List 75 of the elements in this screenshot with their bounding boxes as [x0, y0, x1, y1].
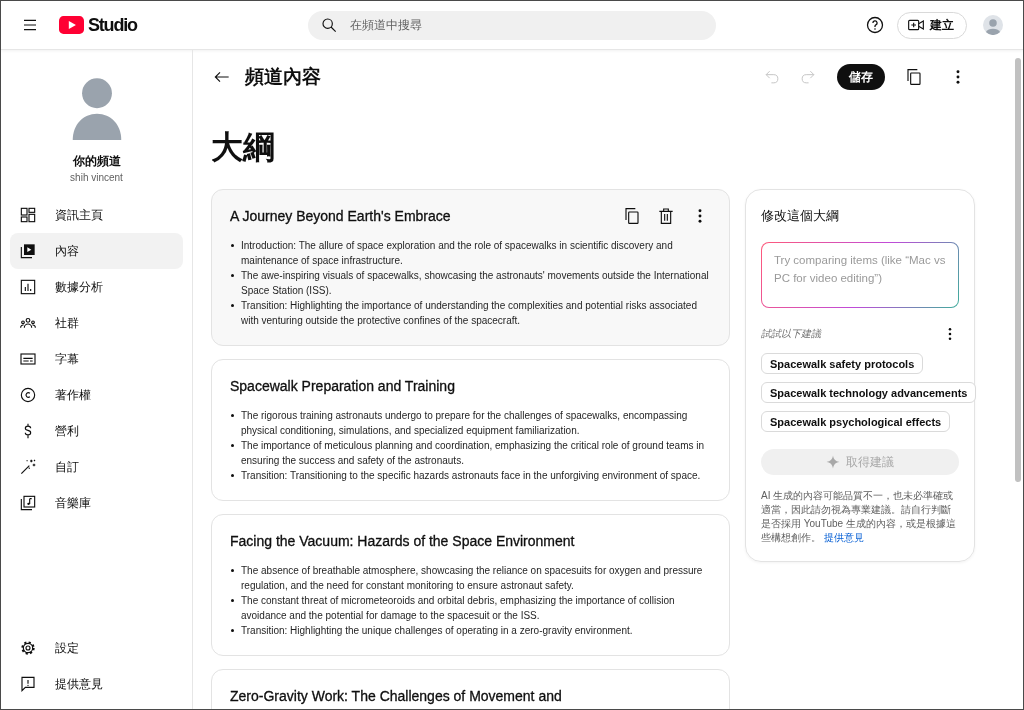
bullet-text: Transition: Transitioning to the specific hazards astronauts face in the unforgiving environment of space. [241, 469, 701, 483]
suggestions-label: 試試以下建議 [761, 327, 821, 341]
sidebar-item[interactable]: 社群 [10, 305, 183, 341]
bullet-text: The rigorous training astronauts undergo to prepare for the challenges of spacewalks, encompassing physical conditioning, simulations, and specialized equipment familiarization. [241, 409, 689, 438]
sidebar-item[interactable]: 營利 [10, 413, 183, 449]
channel-name: shih vincent [70, 171, 123, 185]
search-icon [321, 17, 337, 33]
bullet-icon [231, 444, 234, 447]
settings-icon [20, 640, 36, 656]
sidebar-item[interactable]: 著作權 [10, 377, 183, 413]
sidebar-item[interactable]: 內容 [10, 233, 183, 269]
sidebar-item[interactable]: 音樂庫 [10, 485, 183, 521]
page-title: 頻道內容 [245, 65, 321, 89]
back-arrow-icon[interactable] [214, 69, 230, 85]
scrollbar-thumb[interactable] [1015, 58, 1021, 482]
bullet-icon [231, 474, 234, 477]
bullet-text: Transition: Highlighting the unique challenges of operating in a zero-gravity environment. [241, 624, 633, 638]
feedback-link[interactable]: 提供意見 [823, 532, 864, 543]
create-button[interactable]: 建立 [897, 11, 967, 39]
subtitles-icon [20, 351, 36, 367]
outline-card[interactable] [211, 189, 730, 346]
save-button[interactable]: 儲存 [837, 64, 885, 90]
video-plus-icon [908, 17, 924, 33]
search-field[interactable]: 在頻道中搜尋 [308, 10, 716, 40]
bullet-text: The importance of meticulous planning and coordination, emphasizing the critical role of ground teams in ensuring the success and safety of the astronauts. [241, 439, 706, 468]
copy-icon[interactable] [624, 208, 640, 224]
sidebar-item[interactable]: 提供意見 [10, 666, 183, 702]
dashboard-icon [20, 207, 36, 223]
copyright-icon [20, 387, 36, 403]
copy-icon[interactable] [906, 69, 922, 85]
disclaimer-text: AI 生成的內容可能品質不一，也未必準確或適當，因此請勿視為專業建議。請自行判斷是否採用 YouTube 生成的內容，或是根據這些構想創作。 提供意見 [761, 489, 957, 545]
exclamation-bubble-icon [20, 676, 36, 692]
magic-wand-icon [20, 459, 36, 475]
bar-chart-icon [20, 279, 36, 295]
card-title: Spacewalk Preparation and Training [230, 377, 456, 396]
menu-icon[interactable] [22, 17, 38, 33]
bullet-icon [231, 599, 234, 602]
help-icon[interactable] [866, 16, 884, 34]
bullet-text: Introduction: The allure of space exploration and the role of spacewalks in scientific discovery and maintenance of space infrastructure. [241, 239, 674, 268]
outline-card[interactable] [211, 514, 730, 656]
panel-title: 修改這個大綱 [761, 207, 840, 225]
card-title: Facing the Vacuum: Hazards of the Space Environment [230, 532, 576, 551]
bullet-icon [231, 414, 234, 417]
bullet-icon [231, 274, 234, 277]
account-avatar[interactable] [983, 15, 1003, 35]
bullet-text: The awe-inspiring visuals of spacewalks, showcasing the astronauts' movements outside the International Space Station (ISS). [241, 269, 710, 298]
play-square-icon [20, 243, 36, 259]
suggestion-chip[interactable]: Spacewalk safety protocols [761, 353, 924, 374]
outline-heading: 大綱 [211, 128, 276, 167]
bullet-icon [231, 629, 234, 632]
music-square-icon [20, 495, 36, 511]
bullet-icon [231, 244, 234, 247]
sparkle-icon [826, 455, 840, 469]
play-logo-icon[interactable] [59, 16, 84, 34]
logo-text[interactable]: Studio [88, 14, 137, 36]
bullet-text: The constant threat of micrometeoroids and orbital debris, emphasizing the importance of collision avoidance and the potential for damage to the spacesuit or the ISS. [241, 594, 676, 623]
outline-card[interactable]: Zero-Gravity Work: The Challenges of Movement and [211, 669, 730, 709]
sidebar-item[interactable]: 字幕 [10, 341, 183, 377]
suggestion-chip[interactable]: Spacewalk technology advancements [761, 382, 977, 403]
outline-card[interactable] [211, 359, 730, 501]
card-title: Zero-Gravity Work: The Challenges of Movement and [230, 687, 563, 706]
suggestion-chip[interactable]: Spacewalk psychological effects [761, 411, 951, 432]
bullet-text: The absence of breathable atmosphere, showcasing the reliance on spacesuits for oxygen and pressure regulation, and the need for constant monitoring to ensure astronaut safety. [241, 564, 704, 593]
bullet-icon [231, 304, 234, 307]
sidebar-item[interactable]: 自訂 [10, 449, 183, 485]
sidebar-item[interactable]: 數據分析 [10, 269, 183, 305]
channel-title: 你的頻道 [72, 153, 121, 169]
trash-icon[interactable] [658, 208, 674, 224]
bullet-icon [231, 569, 234, 572]
sidebar-item[interactable]: 設定 [10, 630, 183, 666]
sidebar-item[interactable]: 資訊主頁 [10, 197, 183, 233]
prompt-field[interactable]: Try comparing items (like “Mac vs PC for video editing”) [761, 242, 959, 308]
card-title: A Journey Beyond Earth's Embrace [230, 207, 452, 226]
people-icon [20, 315, 36, 331]
bullet-text: Transition: Highlighting the importance of understanding the complexities and potential risks associated with venturing outside the protective confines of the spacecraft. [241, 299, 698, 328]
